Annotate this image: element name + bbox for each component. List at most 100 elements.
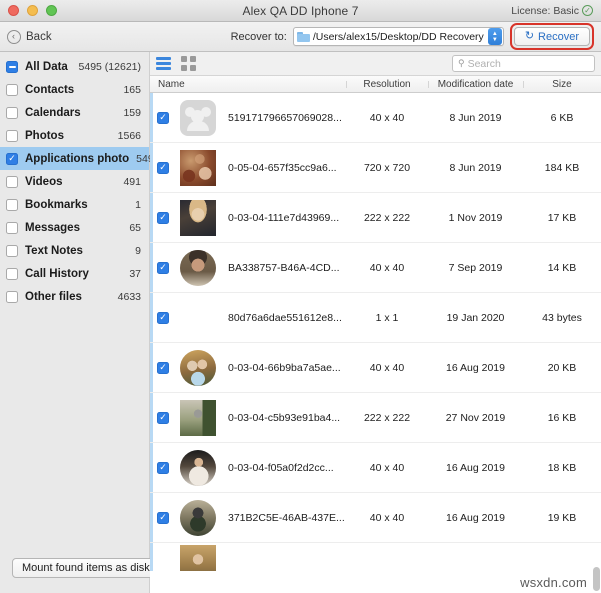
people-placeholder-icon — [180, 99, 216, 136]
stepper-up-down-icon[interactable]: ▲ ▼ — [487, 28, 502, 45]
row-size: 18 KB — [547, 461, 577, 474]
row-resolution: 40 x 40 — [369, 511, 405, 524]
row-checkbox[interactable]: ✓ — [157, 311, 169, 324]
row-checkbox[interactable]: ✓ — [157, 411, 169, 424]
grid-view-icon[interactable] — [181, 56, 196, 71]
checkbox-messages[interactable] — [6, 221, 18, 234]
row-checkbox-cell[interactable]: ✓ — [150, 311, 176, 324]
mount-found-items-as-disk-button[interactable]: Mount found items as disk — [12, 558, 160, 578]
recover-path-popup[interactable]: /Users/alex15/Desktop/DD Recovery ▲ ▼ — [292, 27, 504, 46]
thumbnail-image — [180, 499, 216, 536]
row-resolution: 40 x 40 — [369, 261, 405, 274]
sidebar-item-bookmarks[interactable]: Bookmarks 1 — [0, 193, 149, 216]
sidebar-item-calendars[interactable]: Calendars 159 — [0, 101, 149, 124]
table-row[interactable]: ✓ 80d76a6dae551612e8... 1 x 1 19 Jan 202… — [150, 293, 601, 343]
row-checkbox[interactable]: ✓ — [157, 361, 169, 374]
row-name: 0-05-04-657f35cc9a6... — [228, 161, 337, 174]
column-header-resolution[interactable]: Resolution — [346, 79, 428, 90]
row-name: 0-03-04-111e7d43969... — [228, 211, 340, 224]
row-checkbox-cell[interactable]: ✓ — [150, 111, 176, 124]
row-size: 16 KB — [547, 411, 577, 424]
list-view-icon[interactable] — [156, 57, 171, 70]
back-button[interactable]: ‹ Back — [7, 29, 52, 44]
checkbox-videos[interactable] — [6, 175, 18, 188]
checkbox-text-notes[interactable] — [6, 244, 18, 257]
sidebar-item-label: Call History — [25, 267, 89, 280]
row-name: 0-03-04-c5b93e91ba4... — [228, 411, 341, 424]
table-row[interactable] — [150, 543, 601, 571]
window-controls — [0, 5, 57, 16]
recover-button-label: Recover — [538, 30, 579, 43]
row-checkbox-cell[interactable]: ✓ — [150, 461, 176, 474]
sidebar-item-contacts[interactable]: Contacts 165 — [0, 78, 149, 101]
table-row[interactable]: ✓ BA338757-B46A-4CD... 40 x 40 7 Sep 201… — [150, 243, 601, 293]
sidebar-item-applications-photo[interactable]: ✓ Applications photo 5495 — [0, 147, 160, 170]
sidebar-item-count: 5495 (12621) — [78, 60, 141, 73]
thumbnail-image — [180, 199, 216, 236]
sidebar-item-videos[interactable]: Videos 491 — [0, 170, 149, 193]
sidebar-item-other-files[interactable]: Other files 4633 — [0, 285, 149, 308]
row-name: 371B2C5E-46AB-437E... — [228, 511, 345, 524]
row-thumbnail-cell — [176, 149, 220, 186]
row-checkbox[interactable]: ✓ — [157, 511, 169, 524]
watermark: wsxdn.com — [520, 575, 587, 590]
table-row[interactable]: ✓ 0-03-04-66b9ba7a5ae... 40 x 40 16 Aug … — [150, 343, 601, 393]
checkbox-all-data[interactable] — [6, 60, 18, 73]
row-thumbnail-cell — [176, 249, 220, 286]
search-input[interactable]: ⚲ Search — [452, 55, 595, 72]
checkbox-bookmarks[interactable] — [6, 198, 18, 211]
checkbox-photos[interactable] — [6, 129, 18, 142]
sidebar-item-label: Calendars — [25, 106, 81, 119]
checkbox-other-files[interactable] — [6, 290, 18, 303]
chevron-left-circle-icon: ‹ — [7, 29, 21, 44]
license-badge[interactable]: License: Basic ✓ — [511, 5, 601, 17]
sidebar-item-count: 9 — [135, 244, 141, 257]
refresh-icon: ↻ — [524, 30, 535, 42]
row-date: 1 Nov 2019 — [448, 211, 503, 224]
row-checkbox-cell[interactable]: ✓ — [150, 161, 176, 174]
sidebar-item-count: 1566 — [117, 129, 141, 142]
column-header-name[interactable]: Name — [150, 79, 346, 90]
table-row[interactable]: ✓ 0-03-04-111e7d43969... 222 x 222 1 Nov… — [150, 193, 601, 243]
row-checkbox[interactable]: ✓ — [157, 111, 169, 124]
row-checkbox[interactable]: ✓ — [157, 211, 169, 224]
sidebar-item-call-history[interactable]: Call History 37 — [0, 262, 149, 285]
table-row[interactable]: ✓ 371B2C5E-46AB-437E... 40 x 40 16 Aug 2… — [150, 493, 601, 543]
sidebar-item-photos[interactable]: Photos 1566 — [0, 124, 149, 147]
row-checkbox-cell[interactable]: ✓ — [150, 511, 176, 524]
minimize-button[interactable] — [27, 5, 38, 16]
checkbox-contacts[interactable] — [6, 83, 18, 96]
table-row[interactable]: ✓ 0-03-04-f05a0f2d2cc... 40 x 40 16 Aug … — [150, 443, 601, 493]
thumbnail-image — [180, 449, 216, 486]
table-row[interactable]: ✓ 0-03-04-c5b93e91ba4... 222 x 222 27 No… — [150, 393, 601, 443]
vertical-scrollbar[interactable] — [593, 567, 600, 591]
row-date: 27 Nov 2019 — [445, 411, 506, 424]
sidebar-item-messages[interactable]: Messages 65 — [0, 216, 149, 239]
row-checkbox[interactable]: ✓ — [157, 461, 169, 474]
checkbox-call-history[interactable] — [6, 267, 18, 280]
column-header-modification-date[interactable]: Modification date — [428, 79, 523, 90]
checkbox-calendars[interactable] — [6, 106, 18, 119]
row-checkbox-cell[interactable]: ✓ — [150, 361, 176, 374]
row-resolution: 720 x 720 — [363, 161, 411, 174]
sidebar-item-text-notes[interactable]: Text Notes 9 — [0, 239, 149, 262]
row-checkbox[interactable]: ✓ — [157, 161, 169, 174]
zoom-button[interactable] — [46, 5, 57, 16]
row-checkbox-cell[interactable]: ✓ — [150, 411, 176, 424]
column-header-size[interactable]: Size — [523, 79, 601, 90]
row-name: 0-03-04-66b9ba7a5ae... — [228, 361, 341, 374]
row-checkbox-cell[interactable]: ✓ — [150, 261, 176, 274]
table-row[interactable]: ✓ 519171796657069028... 40 x 40 8 Jun 20… — [150, 93, 601, 143]
file-list[interactable]: ✓ 519171796657069028... 40 x 40 8 Jun 20… — [150, 93, 601, 593]
row-thumbnail-cell — [176, 199, 220, 236]
recover-button-highlight: ↻ Recover — [509, 23, 594, 50]
license-label: License: Basic — [511, 4, 579, 17]
sidebar-item-all-data[interactable]: All Data 5495 (12621) — [0, 55, 149, 78]
row-checkbox[interactable]: ✓ — [157, 261, 169, 274]
row-thumbnail-cell — [176, 499, 220, 536]
row-checkbox-cell[interactable]: ✓ — [150, 211, 176, 224]
close-button[interactable] — [8, 5, 19, 16]
table-row[interactable]: ✓ 0-05-04-657f35cc9a6... 720 x 720 8 Jun… — [150, 143, 601, 193]
checkbox-applications-photo[interactable]: ✓ — [6, 152, 18, 165]
recover-button[interactable]: ↻ Recover — [513, 27, 590, 46]
